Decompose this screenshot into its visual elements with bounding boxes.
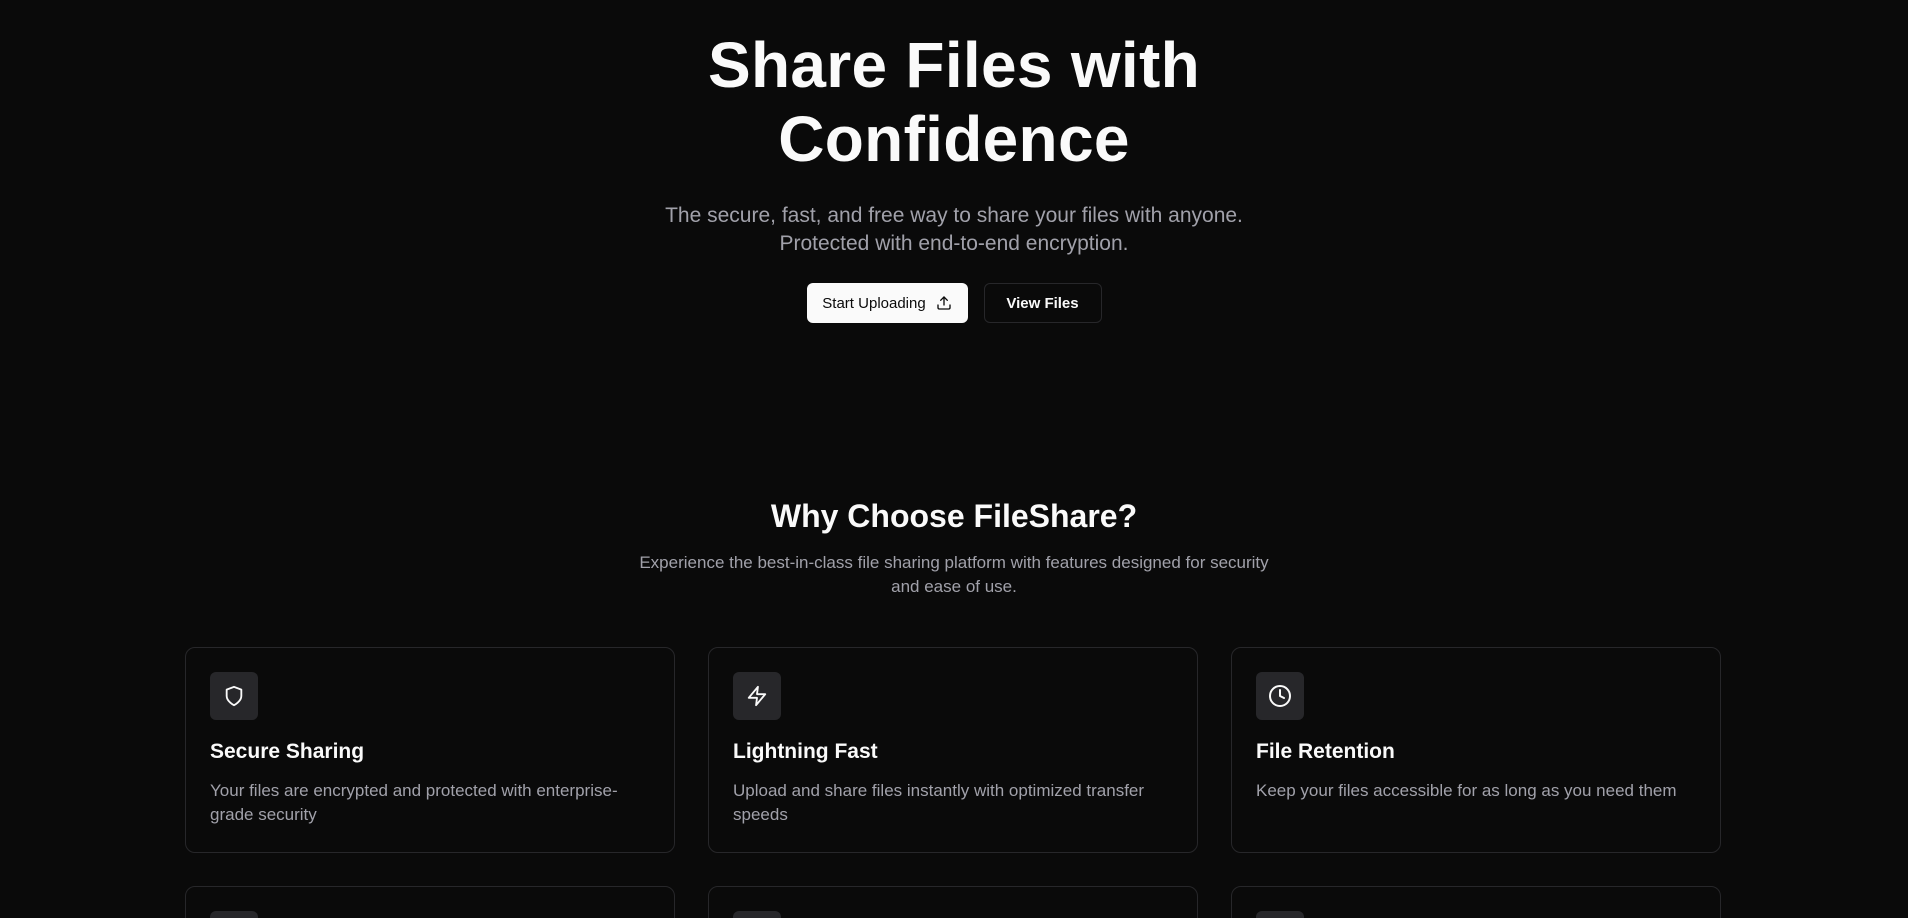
hero-subtitle-line-1: The secure, fast, and free way to share …: [665, 204, 1243, 227]
feature-description: Keep your files accessible for as long a…: [1256, 781, 1677, 800]
feature-card-secure-sharing: Secure Sharing Your files are encrypted …: [185, 647, 675, 853]
why-choose-subtitle-line-1: Experience the best-in-class file sharin…: [639, 553, 1269, 572]
hero-title-line-1: Share Files with: [707, 29, 1201, 101]
feature-icon-box: [733, 911, 781, 918]
clock-icon: [1269, 685, 1291, 707]
feature-card-file-retention: File Retention Keep your files accessibl…: [1231, 647, 1721, 853]
feature-description: Upload and share files instantly with op…: [733, 781, 1145, 824]
feature-description: Your files are encrypted and protected w…: [210, 781, 618, 824]
feature-card-lightning-fast: Lightning Fast Upload and share files in…: [708, 647, 1198, 853]
upload-icon: [937, 296, 951, 310]
why-choose-title: Why Choose FileShare?: [770, 498, 1138, 534]
start-uploading-button[interactable]: Start Uploading: [806, 283, 968, 323]
hero-title-line-2: Confidence: [778, 103, 1130, 175]
feature-card-partial: [708, 886, 1198, 918]
start-uploading-label: Start Uploading: [822, 294, 926, 312]
hero-title: Share Files with Confidence: [0, 0, 1908, 176]
lightning-icon: [747, 685, 767, 707]
hero-actions: Start Uploading View Files: [0, 283, 1908, 323]
view-files-button[interactable]: View Files: [983, 283, 1102, 323]
feature-icon-box: [733, 672, 781, 720]
feature-icon-box: [210, 672, 258, 720]
hero-subtitle-line-2: Protected with end-to-end encryption.: [779, 232, 1129, 255]
feature-card-partial: [185, 886, 675, 918]
why-choose-section: Why Choose FileShare? Experience the bes…: [0, 494, 1908, 599]
feature-icon-box: [210, 911, 258, 918]
why-choose-subtitle-line-2: and ease of use.: [891, 577, 1017, 596]
feature-icon-box: [1256, 911, 1304, 918]
view-files-label: View Files: [1006, 294, 1079, 312]
hero-subtitle: The secure, fast, and free way to share …: [604, 202, 1304, 258]
why-choose-subtitle: Experience the best-in-class file sharin…: [624, 551, 1284, 599]
feature-title: Secure Sharing: [210, 740, 365, 763]
features-grid: Secure Sharing Your files are encrypted …: [185, 647, 1721, 918]
page: Share Files with Confidence The secure, …: [0, 0, 1908, 918]
shield-icon: [225, 685, 243, 707]
feature-title: File Retention: [1256, 740, 1395, 763]
hero-section: Share Files with Confidence The secure, …: [0, 0, 1908, 323]
feature-card-partial: [1231, 886, 1721, 918]
feature-icon-box: [1256, 672, 1304, 720]
feature-title: Lightning Fast: [733, 740, 878, 763]
